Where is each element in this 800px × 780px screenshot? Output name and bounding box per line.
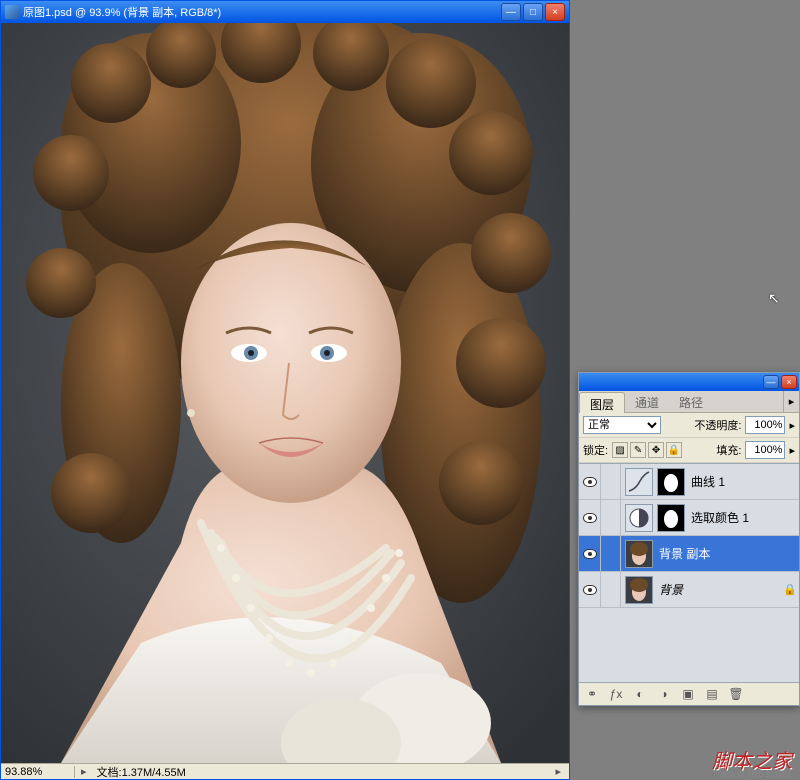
statusbar-menu-icon[interactable]: ▸ xyxy=(551,765,565,778)
layer-mask-thumb[interactable] xyxy=(657,504,685,532)
ps-file-icon xyxy=(5,5,19,19)
layer-mask-thumb[interactable] xyxy=(657,468,685,496)
opacity-label: 不透明度: xyxy=(694,417,741,433)
visibility-toggle[interactable] xyxy=(579,536,601,571)
lock-all-icon[interactable]: 🔒 xyxy=(666,442,682,458)
panel-close-button[interactable]: × xyxy=(781,375,797,389)
panel-menu-icon[interactable]: ▸ xyxy=(783,391,799,412)
link-cell[interactable] xyxy=(601,500,621,535)
layer-row[interactable]: 选取颜色 1 xyxy=(579,500,799,536)
link-cell[interactable] xyxy=(601,536,621,571)
maximize-button[interactable]: □ xyxy=(523,3,543,21)
document-statusbar: 93.88% ▸ 文档:1.37M/4.55M ▸ xyxy=(1,763,569,779)
lock-label: 锁定: xyxy=(583,442,608,458)
layer-row[interactable]: 曲线 1 xyxy=(579,464,799,500)
visibility-toggle[interactable] xyxy=(579,464,601,499)
window-buttons: — □ × xyxy=(501,3,565,21)
visibility-toggle[interactable] xyxy=(579,500,601,535)
blend-opacity-row: 正常 不透明度: ▸ xyxy=(579,413,799,438)
layers-panel: — × 图层 通道 路径 ▸ 正常 不透明度: ▸ 锁定: ▨ ✎ ✥ 🔒 填充… xyxy=(578,372,800,706)
opacity-menu-icon[interactable]: ▸ xyxy=(789,419,795,432)
panel-tabs: 图层 通道 路径 ▸ xyxy=(579,391,799,413)
layer-thumb[interactable] xyxy=(625,540,653,568)
layer-row[interactable]: 背景 副本 xyxy=(579,536,799,572)
link-cell[interactable] xyxy=(601,572,621,607)
delete-layer-icon[interactable]: 🗑 xyxy=(727,686,745,702)
link-layers-icon[interactable]: ⚭ xyxy=(583,686,601,702)
document-window: 原图1.psd @ 93.9% (背景 副本, RGB/8*) — □ × xyxy=(0,0,570,780)
opacity-input[interactable] xyxy=(745,416,785,434)
zoom-menu-icon[interactable]: ▸ xyxy=(75,765,93,778)
document-canvas[interactable] xyxy=(1,23,569,763)
new-group-icon[interactable]: ▣ xyxy=(679,686,697,702)
fill-menu-icon[interactable]: ▸ xyxy=(789,444,795,457)
lock-position-icon[interactable]: ✥ xyxy=(648,442,664,458)
watermark-url: www.jb51.net xyxy=(721,769,792,780)
eye-icon xyxy=(583,513,597,523)
lock-fill-row: 锁定: ▨ ✎ ✥ 🔒 填充: ▸ xyxy=(579,438,799,463)
layer-thumb[interactable] xyxy=(625,468,653,496)
lock-transparency-icon[interactable]: ▨ xyxy=(612,442,628,458)
layer-name[interactable]: 背景 xyxy=(657,581,783,598)
cursor-icon: ↖ xyxy=(768,290,780,307)
tab-channels[interactable]: 通道 xyxy=(625,391,669,412)
document-info: 文档:1.37M/4.55M xyxy=(93,764,186,780)
document-titlebar[interactable]: 原图1.psd @ 93.9% (背景 副本, RGB/8*) — □ × xyxy=(1,1,569,23)
new-adjustment-icon[interactable]: ◑ xyxy=(655,686,673,702)
layer-thumb[interactable] xyxy=(625,576,653,604)
panel-titlebar[interactable]: — × xyxy=(579,373,799,391)
zoom-field[interactable]: 93.88% xyxy=(5,766,75,778)
visibility-toggle[interactable] xyxy=(579,572,601,607)
fill-input[interactable] xyxy=(745,441,785,459)
panel-footer: ⚭ ƒx ◐ ◑ ▣ ▤ 🗑 xyxy=(579,683,799,705)
layer-row[interactable]: 背景🔒 xyxy=(579,572,799,608)
panel-minimize-button[interactable]: — xyxy=(763,375,779,389)
eye-icon xyxy=(583,585,597,595)
fill-label: 填充: xyxy=(716,442,741,458)
lock-buttons: ▨ ✎ ✥ 🔒 xyxy=(612,442,682,458)
eye-icon xyxy=(583,549,597,559)
layer-name[interactable]: 选取颜色 1 xyxy=(689,509,799,526)
layer-style-icon[interactable]: ƒx xyxy=(607,686,625,702)
document-title: 原图1.psd @ 93.9% (背景 副本, RGB/8*) xyxy=(23,4,501,20)
link-cell[interactable] xyxy=(601,464,621,499)
layer-name[interactable]: 曲线 1 xyxy=(689,473,799,490)
layer-name[interactable]: 背景 副本 xyxy=(657,545,799,562)
add-mask-icon[interactable]: ◐ xyxy=(631,686,649,702)
new-layer-icon[interactable]: ▤ xyxy=(703,686,721,702)
layers-list: 曲线 1 选取颜色 1 背景 副本背景🔒 xyxy=(579,463,799,683)
layer-thumb[interactable] xyxy=(625,504,653,532)
tab-layers[interactable]: 图层 xyxy=(579,392,625,413)
lock-icon: 🔒 xyxy=(783,583,799,596)
tab-paths[interactable]: 路径 xyxy=(669,391,713,412)
eye-icon xyxy=(583,477,597,487)
blend-mode-select[interactable]: 正常 xyxy=(583,416,661,434)
lock-pixels-icon[interactable]: ✎ xyxy=(630,442,646,458)
close-button[interactable]: × xyxy=(545,3,565,21)
minimize-button[interactable]: — xyxy=(501,3,521,21)
